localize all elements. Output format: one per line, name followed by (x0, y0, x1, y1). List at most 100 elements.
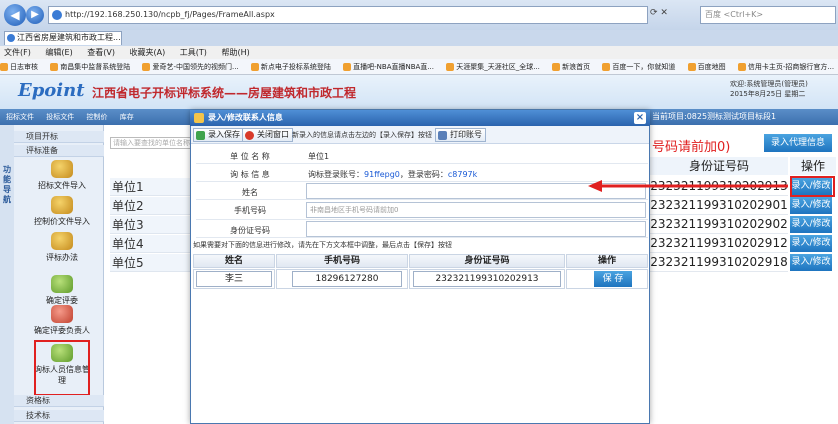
menu-edit[interactable]: 编辑(E) (45, 48, 72, 57)
print-account-button[interactable]: 打印账号 (435, 128, 486, 142)
sidebar-item-label: 招标文件导入 (38, 181, 86, 190)
unit-row: 单位3 (110, 216, 192, 234)
row-id-input[interactable]: 232321199310202913 (413, 271, 561, 287)
nav-stock[interactable]: 库存 (120, 113, 134, 121)
sidebar-item-confirm-judges[interactable]: 确定评委 (22, 275, 102, 306)
menu-favorites[interactable]: 收藏夹(A) (130, 48, 166, 57)
id-cell: 232321199310202918 (650, 253, 788, 272)
fav-item[interactable]: 直播吧-NBA直播NBA直... (343, 63, 434, 71)
nav-bid-file[interactable]: 投标文件 (46, 113, 74, 121)
id-label: 身份证号码 (230, 226, 270, 235)
name-label: 姓名 (242, 188, 258, 197)
user-info: 欢迎:系统管理员(管理员) 2015年8月25日 星期二 (730, 79, 808, 99)
function-nav-label: 功能导航 (3, 165, 11, 204)
sidebar-item-tender-import[interactable]: 招标文件导入 (22, 160, 102, 191)
fav-item[interactable]: 南昌集中监督系统登陆 (50, 63, 130, 71)
favorites-bar: 日志审核 南昌集中监督系统登陆 爱奇艺-中国领先的视频门... 新点电子投标系统… (0, 59, 838, 75)
sidebar-section-technical[interactable]: 技术标 (14, 410, 104, 422)
favorite-icon (50, 63, 59, 71)
favorite-icon (446, 63, 455, 71)
save-entry-button[interactable]: 录入保存 (193, 128, 244, 142)
id-cell: 232321199310202912 (650, 234, 788, 253)
favorite-icon (343, 63, 352, 71)
refresh-icon[interactable]: ⟳ ✕ (650, 8, 668, 18)
unit-label: 单 位 名 称 (230, 152, 270, 161)
fav-item[interactable]: 百度地图 (687, 63, 726, 71)
welcome-text: 欢迎:系统管理员(管理员) (730, 80, 808, 88)
fav-item[interactable]: 爱奇艺-中国领先的视频门... (142, 63, 239, 71)
id-input[interactable] (306, 221, 646, 237)
dialog-icon (194, 113, 204, 123)
id-cell: 232321199310202901 (650, 196, 788, 215)
nav-tender-file[interactable]: 招标文件 (6, 113, 34, 121)
ie-icon (52, 10, 62, 20)
menu-tools[interactable]: 工具(T) (180, 48, 207, 57)
fav-item[interactable]: 新点电子投标系统登陆 (250, 63, 331, 71)
sidebar-item-confirm-judge-leader[interactable]: 确定评委负责人 (22, 305, 102, 336)
fav-item[interactable]: 信用卡主页-招商银行官方... (737, 63, 834, 71)
ie-icon (7, 34, 15, 42)
row-name-input[interactable]: 李三 (196, 271, 272, 287)
menu-file[interactable]: 文件(F) (4, 48, 31, 57)
phone-input[interactable]: 非南昌地区手机号码请前加0 (306, 202, 646, 218)
fav-item[interactable]: 百度一下，你就知道 (602, 63, 675, 71)
menu-bar: 文件(F) 编辑(E) 查看(V) 收藏夹(A) 工具(T) 帮助(H) (0, 46, 838, 59)
favorite-icon (687, 63, 696, 71)
edit-button[interactable]: 录入/修改 (790, 197, 832, 214)
edit-button[interactable]: 录入/修改 (790, 254, 832, 271)
sidebar-item-label: 确定评委负责人 (34, 326, 90, 335)
edit-button[interactable]: 录入/修改 (790, 235, 832, 252)
url-input[interactable]: http://192.168.250.130/ncpb_fj/Pages/Fra… (48, 6, 648, 24)
row-phone-input[interactable]: 18296127280 (292, 271, 402, 287)
system-title: 江西省电子开标评标系统——房屋建筑和市政工程 (92, 86, 357, 100)
table-header-phone: 手机号码 (276, 254, 408, 268)
table-header-name: 姓名 (193, 254, 275, 268)
fav-item[interactable]: 日志审核 (0, 63, 38, 71)
account-value: 91ffepg0 (364, 170, 400, 179)
browser-search-input[interactable]: 百度 <Ctrl+K> (700, 6, 836, 24)
phone-placeholder: 非南昌地区手机号码请前加0 (310, 206, 399, 214)
favorite-icon (250, 63, 259, 71)
back-icon[interactable]: ◀ (4, 4, 26, 26)
table-header-op: 操作 (566, 254, 648, 268)
sidebar-section-qualification[interactable]: 资格标 (14, 395, 104, 407)
sidebar-item-control-price-import[interactable]: 控制价文件导入 (22, 196, 102, 227)
row-save-button[interactable]: 保 存 (594, 271, 632, 287)
sidebar-section-preparation[interactable]: 评标准备 (14, 145, 104, 157)
unit-row: 单位2 (110, 197, 192, 215)
phone-hint-text: 号码请前加0) (652, 140, 731, 155)
tab-title: 江西省房屋建筑和市政工程... (17, 33, 121, 42)
unit-row: 单位1 (110, 178, 192, 196)
url-text: http://192.168.250.130/ncpb_fj/Pages/Fra… (65, 10, 275, 19)
highlight-box-edit-button (790, 176, 835, 197)
menu-help[interactable]: 帮助(H) (221, 48, 249, 57)
save-icon (196, 131, 205, 140)
fav-item[interactable]: 天涯聚集_天涯社区_全球... (446, 63, 540, 71)
id-column-header: 身份证号码 (650, 157, 788, 175)
sidebar-item-label: 确定评委 (46, 296, 78, 305)
inquiry-label: 询 标 信 息 (230, 170, 270, 179)
nav-control-price[interactable]: 控制价 (86, 113, 107, 121)
search-placeholder: 百度 <Ctrl+K> (705, 10, 764, 19)
sidebar-section-opening[interactable]: 项目开标 (14, 131, 104, 143)
favorite-icon (737, 63, 746, 71)
dialog-title: 录入/修改联系人信息 (208, 113, 283, 122)
edit-button[interactable]: 录入/修改 (790, 216, 832, 233)
close-icon[interactable]: × (634, 112, 646, 124)
sidebar-item-evaluation-method[interactable]: 评标办法 (22, 232, 102, 263)
forward-icon[interactable]: ▶ (26, 6, 44, 24)
inquiry-info: 询标登录账号：91ffepg0，登录密码：c8797k (308, 170, 478, 179)
unit-search-input[interactable]: 请输入要查找的单位名称 (110, 137, 196, 149)
agent-entry-button[interactable]: 录入代理信息 (764, 134, 832, 152)
unit-value: 单位1 (308, 152, 330, 161)
password-value: c8797k (447, 170, 478, 179)
close-window-button[interactable]: 关闭窗口 (242, 128, 293, 142)
favorite-icon (0, 63, 8, 71)
fav-item[interactable]: 新浪首页 (552, 63, 590, 71)
op-column-header: 操作 (790, 157, 836, 175)
menu-view[interactable]: 查看(V) (87, 48, 115, 57)
phone-label: 手机号码 (234, 206, 266, 215)
epoint-logo: Epoint (18, 80, 85, 101)
browser-tab[interactable]: 江西省房屋建筑和市政工程... (4, 31, 122, 45)
favorite-icon (602, 63, 611, 71)
